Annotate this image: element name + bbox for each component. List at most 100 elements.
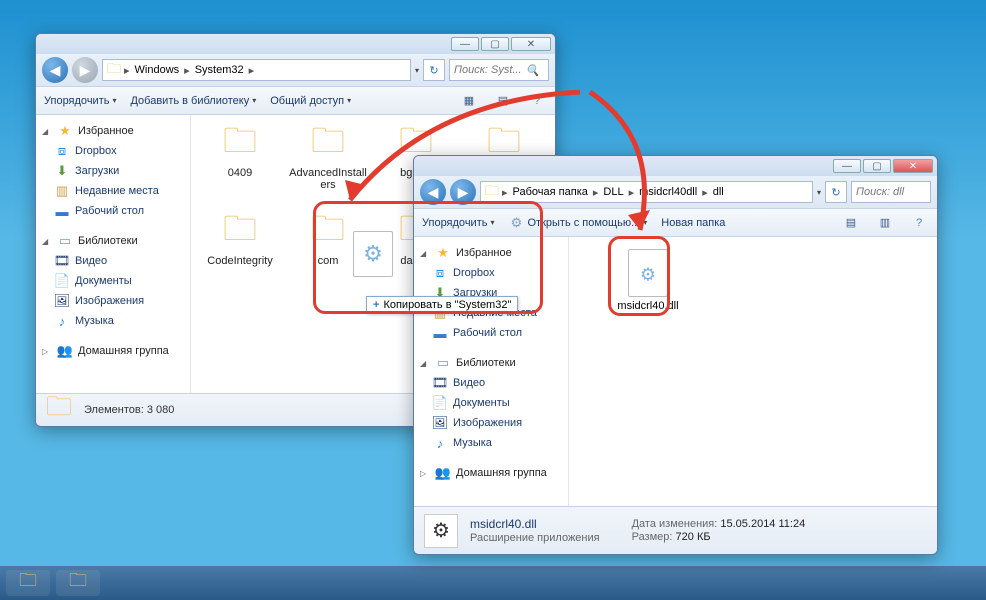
- favorites-header[interactable]: ◢★Избранное: [418, 243, 564, 263]
- gear-icon: ⚙: [640, 265, 656, 286]
- taskbar-item[interactable]: 🗀: [56, 570, 100, 596]
- sidebar-item-downloads[interactable]: ⬇Загрузки: [40, 161, 186, 181]
- documents-icon: 📄: [54, 273, 70, 289]
- search-icon: 🔍: [526, 64, 540, 77]
- homegroup-header[interactable]: ▷👥Домашняя группа: [40, 341, 186, 361]
- organize-menu[interactable]: Упорядочить▾: [422, 217, 494, 229]
- sidebar-item-images[interactable]: 🖼Изображения: [40, 291, 186, 311]
- breadcrumb-seg[interactable]: Рабочая папка: [511, 186, 590, 198]
- libraries-header[interactable]: ◢▭Библиотеки: [418, 353, 564, 373]
- content-pane[interactable]: ⚙ msidcrl40.dll: [569, 237, 937, 506]
- view-options-icon[interactable]: ▤: [493, 91, 513, 111]
- recent-icon: ▥: [54, 183, 70, 199]
- nav-row: ◀ ▶ 🗀 ▸ Рабочая папка ▸ DLL ▸ msidcrl40d…: [414, 176, 937, 209]
- label: Рабочий стол: [453, 327, 522, 339]
- folder-icon: 🗀: [304, 213, 352, 253]
- address-bar[interactable]: 🗀 ▸ Windows ▸ System32 ▸: [102, 59, 411, 81]
- documents-icon: 📄: [432, 395, 448, 411]
- sidebar-item-documents[interactable]: 📄 Документы: [40, 271, 186, 291]
- music-icon: ♪: [54, 313, 70, 329]
- view-options-icon[interactable]: ▤: [841, 213, 861, 233]
- forward-button[interactable]: ▶: [72, 57, 98, 83]
- breadcrumb-seg[interactable]: Windows: [133, 64, 182, 76]
- chevron-right-icon: ▸: [629, 186, 635, 199]
- organize-menu[interactable]: Упорядочить▾: [44, 95, 116, 107]
- breadcrumb-seg[interactable]: System32: [193, 64, 246, 76]
- maximize-button[interactable]: ▢: [863, 159, 891, 173]
- back-button[interactable]: ◀: [420, 179, 446, 205]
- sidebar-item-images[interactable]: 🖼Изображения: [418, 413, 564, 433]
- open-with-menu[interactable]: ⚙Открыть с помощью...▾: [508, 215, 647, 231]
- label: Общий доступ: [270, 95, 344, 107]
- minimize-button[interactable]: —: [833, 159, 861, 173]
- help-icon[interactable]: ?: [527, 91, 547, 111]
- refresh-button[interactable]: ↻: [423, 59, 445, 81]
- back-button[interactable]: ◀: [42, 57, 68, 83]
- forward-button[interactable]: ▶: [450, 179, 476, 205]
- libraries-header[interactable]: ◢▭Библиотеки: [40, 231, 186, 251]
- sidebar-item-documents[interactable]: 📄Документы: [418, 393, 564, 413]
- sidebar-item-desktop[interactable]: ▬Рабочий стол: [418, 323, 564, 343]
- chevron-down-icon: ▾: [643, 218, 647, 227]
- label: Избранное: [456, 247, 512, 259]
- titlebar[interactable]: — ▢ ✕: [36, 34, 555, 54]
- sidebar-item-dropbox[interactable]: ⧈Dropbox: [40, 141, 186, 161]
- preview-pane-icon[interactable]: ▥: [875, 213, 895, 233]
- add-to-library-menu[interactable]: Добавить в библиотеку▾: [130, 95, 256, 107]
- close-button[interactable]: ✕: [893, 159, 933, 173]
- address-bar[interactable]: 🗀 ▸ Рабочая папка ▸ DLL ▸ msidcrl40dll ▸…: [480, 181, 813, 203]
- search-input[interactable]: Поиск: dll: [851, 181, 931, 203]
- dropdown-icon[interactable]: ▾: [817, 188, 821, 197]
- desktop-icon: ▬: [54, 203, 70, 219]
- folder-item[interactable]: 🗀AdvancedInstallers: [289, 125, 367, 207]
- folder-item[interactable]: 🗀CodeIntegrity: [201, 213, 279, 295]
- video-icon: 🎞: [432, 375, 448, 391]
- sidebar-item-video[interactable]: 🎞Видео: [418, 373, 564, 393]
- sidebar-item-dropbox[interactable]: ⧈Dropbox: [418, 263, 564, 283]
- close-button[interactable]: ✕: [511, 37, 551, 51]
- label: Добавить в библиотеку: [130, 95, 249, 107]
- share-menu[interactable]: Общий доступ▾: [270, 95, 351, 107]
- new-folder-button[interactable]: Новая папка: [661, 217, 725, 229]
- refresh-button[interactable]: ↻: [825, 181, 847, 203]
- star-icon: ★: [435, 245, 451, 261]
- homegroup-icon: 👥: [435, 465, 451, 481]
- sidebar-item-music[interactable]: ♪Музыка: [418, 433, 564, 453]
- music-icon: ♪: [432, 435, 448, 451]
- search-input[interactable]: Поиск: Syst... 🔍: [449, 59, 549, 81]
- minimize-button[interactable]: —: [451, 37, 479, 51]
- label: Домашняя группа: [456, 467, 547, 479]
- sidebar-item-desktop[interactable]: ▬Рабочий стол: [40, 201, 186, 221]
- details-pane: ⚙ msidcrl40.dll Расширение приложения Да…: [414, 506, 937, 554]
- body: ◢★Избранное ⧈Dropbox ⬇Загрузки ▥Недавние…: [414, 237, 937, 506]
- label: Документы: [75, 275, 132, 287]
- sidebar-item-music[interactable]: ♪Музыка: [40, 311, 186, 331]
- label: Видео: [75, 255, 107, 267]
- dropbox-icon: ⧈: [432, 265, 448, 281]
- breadcrumb-seg[interactable]: DLL: [601, 186, 625, 198]
- homegroup-header[interactable]: ▷👥Домашняя группа: [418, 463, 564, 483]
- slideshow-icon[interactable]: ▦: [459, 91, 479, 111]
- breadcrumb-seg[interactable]: msidcrl40dll: [637, 186, 699, 198]
- file-item-dll[interactable]: ⚙ msidcrl40.dll: [609, 249, 687, 312]
- folder-item[interactable]: 🗀0409: [201, 125, 279, 207]
- label: Изображения: [75, 295, 144, 307]
- breadcrumb-seg[interactable]: dll: [711, 186, 726, 198]
- titlebar[interactable]: — ▢ ✕: [414, 156, 937, 176]
- folder-icon: 🗀: [107, 59, 121, 81]
- details-type: Расширение приложения: [470, 532, 600, 544]
- dropdown-icon[interactable]: ▾: [415, 66, 419, 75]
- taskbar-item[interactable]: 🗀: [6, 570, 50, 596]
- favorites-header[interactable]: ◢★Избранное: [40, 121, 186, 141]
- nav-pane: ◢★Избранное ⧈Dropbox ⬇Загрузки ▥Недавние…: [414, 237, 569, 506]
- toolbar: Упорядочить▾ ⚙Открыть с помощью...▾ Нова…: [414, 209, 937, 237]
- expand-icon: ▷: [42, 347, 52, 356]
- sidebar-item-video[interactable]: 🎞Видео: [40, 251, 186, 271]
- taskbar[interactable]: 🗀 🗀: [0, 566, 986, 600]
- folder-label: com: [318, 255, 339, 267]
- help-icon[interactable]: ?: [909, 213, 929, 233]
- sidebar-item-recent[interactable]: ▥Недавние места: [40, 181, 186, 201]
- chevron-right-icon: ▸: [124, 64, 130, 77]
- downloads-icon: ⬇: [54, 163, 70, 179]
- maximize-button[interactable]: ▢: [481, 37, 509, 51]
